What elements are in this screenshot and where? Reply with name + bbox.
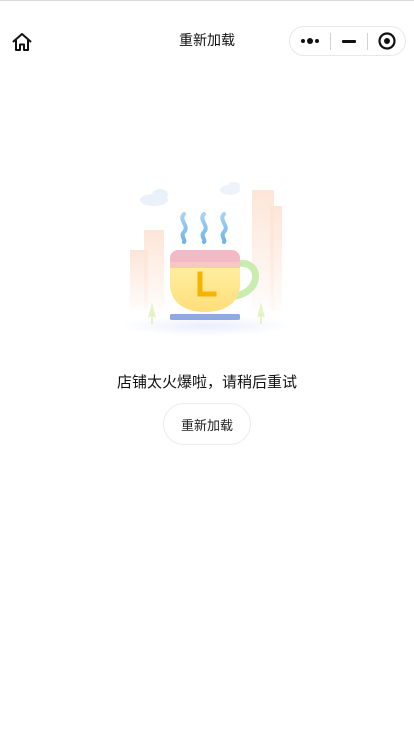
navbar: 重新加载 xyxy=(0,0,414,84)
more-dots-icon xyxy=(301,38,319,44)
more-button[interactable] xyxy=(290,27,330,55)
minimize-button[interactable] xyxy=(331,27,367,55)
close-button[interactable] xyxy=(368,27,406,55)
home-icon xyxy=(12,33,32,51)
capsule-menu xyxy=(289,26,406,56)
page: 重新加载 店铺太火爆啦，请稍后重试 重新加载 xyxy=(0,0,414,740)
error-message: 店铺太火爆啦，请稍后重试 xyxy=(116,373,297,391)
reload-button[interactable]: 重新加载 xyxy=(163,403,251,445)
coffee-cup-city-illustration xyxy=(122,182,292,336)
minus-icon xyxy=(342,39,356,43)
target-circle-icon xyxy=(378,32,396,50)
home-button[interactable] xyxy=(8,28,36,56)
